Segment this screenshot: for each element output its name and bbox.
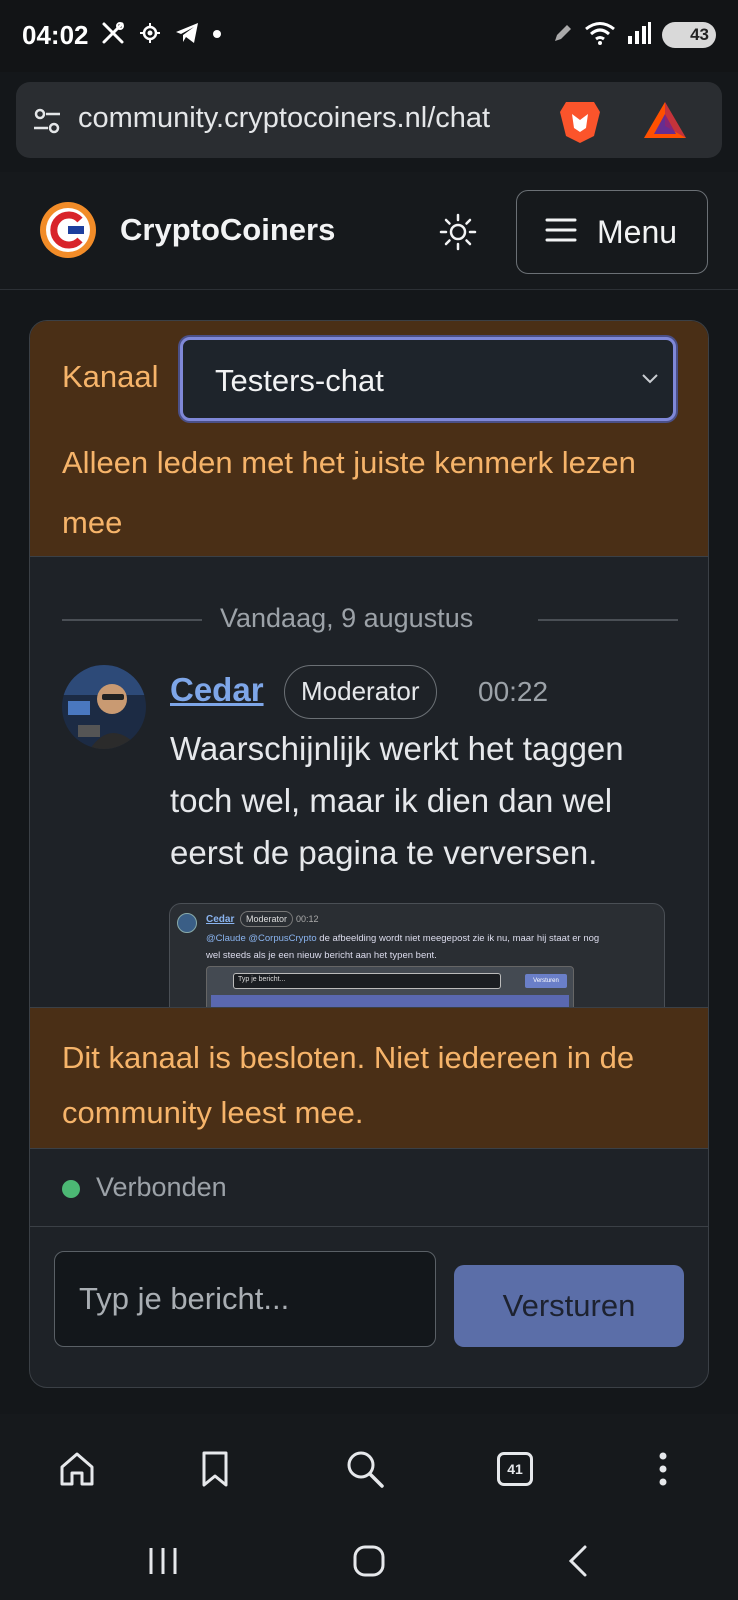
home-icon[interactable] bbox=[52, 1444, 102, 1494]
channel-header: Kanaal Testers-chat Alleen leden met het… bbox=[30, 321, 708, 557]
status-left-icons bbox=[100, 18, 222, 52]
closed-channel-notice: Dit kanaal is besloten. Niet iedereen in… bbox=[30, 1007, 708, 1149]
closed-notice-text: Dit kanaal is besloten. Niet iedereen in… bbox=[62, 1040, 635, 1130]
signal-icon bbox=[626, 20, 652, 51]
channel-select-value[interactable]: Testers-chat bbox=[215, 363, 384, 399]
attachment-author: Cedar bbox=[206, 914, 235, 925]
brave-rewards-icon[interactable] bbox=[642, 100, 688, 145]
system-nav-bar bbox=[0, 1524, 738, 1600]
site-header: CryptoCoiners Menu bbox=[0, 172, 738, 290]
site-settings-icon[interactable] bbox=[32, 106, 62, 141]
attachment-send: Versturen bbox=[525, 974, 567, 988]
divider-line bbox=[538, 619, 678, 621]
connection-status: Verbonden bbox=[30, 1149, 708, 1227]
role-badge: Moderator bbox=[284, 665, 437, 719]
tabs-icon[interactable]: 41 bbox=[490, 1444, 540, 1494]
attachment-input: Typ je bericht... bbox=[233, 973, 501, 989]
telegram-icon bbox=[174, 21, 200, 50]
search-icon[interactable] bbox=[340, 1444, 390, 1494]
status-right-icons: 43 bbox=[552, 18, 716, 52]
day-divider: Vandaag, 9 augustus bbox=[220, 603, 474, 633]
attachment-mention: @Claude bbox=[206, 933, 246, 944]
status-time: 04:02 bbox=[22, 20, 89, 50]
pen-icon bbox=[552, 22, 574, 49]
battery-level: 43 bbox=[690, 25, 709, 44]
divider-line bbox=[62, 619, 202, 621]
members-note: Alleen leden met het juiste kenmerk leze… bbox=[62, 445, 636, 540]
tools-icon bbox=[100, 20, 126, 51]
attachment-bar bbox=[211, 995, 569, 1007]
back-icon[interactable] bbox=[552, 1538, 602, 1584]
logo-icon[interactable] bbox=[38, 200, 98, 260]
online-dot-icon bbox=[62, 1180, 80, 1198]
recents-icon[interactable] bbox=[138, 1538, 188, 1584]
message-time: 00:22 bbox=[478, 676, 549, 707]
send-button[interactable]: Versturen bbox=[454, 1265, 684, 1347]
wifi-icon bbox=[584, 20, 616, 51]
attachment-text: @Claude @CorpusCrypto de afbeelding word… bbox=[206, 930, 606, 964]
connection-status-text: Verbonden bbox=[96, 1172, 227, 1202]
menu-label: Menu bbox=[597, 213, 678, 250]
attachment-time: 00:12 bbox=[296, 914, 319, 924]
message-text: Waarschijnlijk werkt het taggen toch wel… bbox=[170, 730, 624, 871]
avatar[interactable] bbox=[62, 665, 146, 749]
battery-icon: 43 bbox=[662, 22, 716, 48]
message-list[interactable]: Vandaag, 9 augustus Cedar Moderator 00:2… bbox=[30, 557, 708, 1007]
status-bar: 04:02 43 bbox=[0, 0, 738, 72]
hamburger-icon bbox=[545, 217, 577, 248]
url-bar[interactable]: community.cryptocoiners.nl/chat bbox=[16, 82, 722, 158]
attachment-role: Moderator bbox=[240, 911, 294, 927]
message-author[interactable]: Cedar bbox=[170, 671, 264, 709]
attachment-compose-preview: Typ je bericht... Versturen bbox=[206, 966, 574, 1007]
dot-icon bbox=[212, 26, 222, 44]
url-text[interactable]: community.cryptocoiners.nl/chat bbox=[78, 102, 490, 135]
chat-card: Kanaal Testers-chat Alleen leden met het… bbox=[29, 320, 709, 1388]
compose-area: Versturen bbox=[30, 1227, 708, 1387]
message-attachment-image[interactable]: Cedar Moderator 00:12 @Claude @CorpusCry… bbox=[169, 903, 665, 1007]
message-input[interactable] bbox=[54, 1251, 436, 1347]
chevron-down-icon[interactable] bbox=[641, 372, 659, 390]
attachment-avatar bbox=[177, 913, 197, 933]
brand-name[interactable]: CryptoCoiners bbox=[120, 212, 335, 248]
location-icon bbox=[138, 21, 162, 50]
tabs-count: 41 bbox=[497, 1452, 533, 1486]
attachment-mention: @CorpusCrypto bbox=[248, 933, 317, 944]
bookmark-icon[interactable] bbox=[190, 1444, 240, 1494]
home-circle-icon[interactable] bbox=[344, 1538, 394, 1584]
channel-label: Kanaal bbox=[62, 359, 159, 394]
more-icon[interactable] bbox=[638, 1444, 688, 1494]
brave-shields-icon[interactable] bbox=[558, 98, 602, 149]
menu-button[interactable]: Menu bbox=[516, 190, 708, 274]
channel-select[interactable]: Testers-chat bbox=[180, 337, 676, 421]
sun-icon[interactable] bbox=[436, 210, 480, 254]
browser-bottom-nav: 41 bbox=[0, 1414, 738, 1524]
